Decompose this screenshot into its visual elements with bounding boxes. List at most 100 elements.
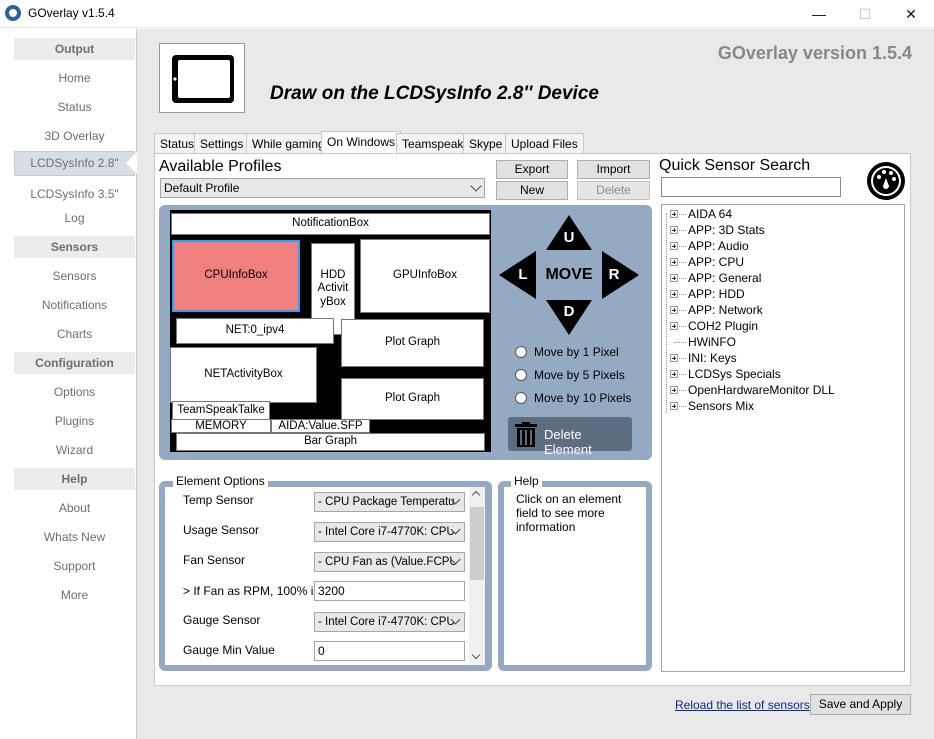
version-label: GOverlay version 1.5.4 [717,43,912,63]
sidebar-item-3d-overlay[interactable]: 3D Overlay [14,125,135,147]
sidebar-item-sensors[interactable]: Sensors [14,265,135,287]
expand-icon[interactable] [670,274,678,282]
element-plot-graph-2[interactable]: Plot Graph [341,378,484,420]
sidebar-item-home[interactable]: Home [14,67,135,89]
expand-icon[interactable] [670,306,678,314]
expand-icon[interactable] [670,210,678,218]
expand-icon[interactable] [670,322,678,330]
scrollbar-thumb[interactable] [470,507,484,580]
temp-sensor-select[interactable]: - CPU Package Temperatu [314,492,465,512]
sidebar-item-more[interactable]: More [14,584,135,606]
sidebar-item-log[interactable]: Log [14,207,135,229]
tab-skype[interactable]: Skype [463,133,509,154]
element-memory[interactable]: MEMORY [171,419,271,433]
move-10-pixels-option[interactable]: Move by 10 Pixels [515,391,645,407]
expand-icon[interactable] [670,370,678,378]
import-button[interactable]: Import [577,160,650,179]
tab-settings[interactable]: Settings [194,133,250,154]
tab-while-gaming[interactable]: While gaming [246,133,331,154]
usage-sensor-select[interactable]: - Intel Core i7-4770K: CPU [314,522,465,542]
element-netactivitybox[interactable]: NETActivityBox [170,347,317,403]
element-gpuinfobox[interactable]: GPUInfoBox [360,239,490,313]
radio-icon [515,369,527,381]
sensor-tree[interactable]: AIDA 64 APP: 3D Stats APP: Audio APP: CP… [661,204,905,672]
sidebar-item-plugins[interactable]: Plugins [14,410,135,432]
sidebar-header-sensors: Sensors [14,236,135,258]
element-plot-graph-1[interactable]: Plot Graph [341,319,484,367]
sidebar-header-output: Output [14,38,135,60]
quick-search-input[interactable] [661,177,841,197]
active-pointer-icon [126,152,137,174]
radio-icon [515,346,527,358]
chevron-down-icon[interactable] [471,650,481,660]
element-net-ipv4[interactable]: NET:0_ipv4 [176,318,334,344]
sidebar-item-lcdsysinfo-35[interactable]: LCDSysInfo 3.5" [14,183,135,205]
expand-icon[interactable] [670,242,678,250]
usage-sensor-label: Usage Sensor [183,523,260,537]
gauge-icon[interactable] [866,161,906,201]
tab-strip: Status Settings While gaming On Windows … [154,131,584,154]
gauge-sensor-select[interactable]: - Intel Core i7-4770K: CPU [314,612,465,632]
expand-icon[interactable] [670,258,678,266]
close-button[interactable]: ✕ [888,0,934,28]
chevron-up-icon[interactable] [471,490,481,500]
sidebar-item-whats-new[interactable]: Whats New [14,526,135,548]
element-cpuinfobox[interactable]: CPUInfoBox [172,240,300,312]
help-title: Help [511,474,542,488]
tab-upload-files[interactable]: Upload Files [505,133,584,154]
gauge-min-label: Gauge Min Value [183,643,275,657]
delete-element-button[interactable]: Delete Element [508,417,632,457]
sidebar-item-status[interactable]: Status [14,96,135,118]
move-left-button[interactable]: L [513,266,533,283]
window-title: GOverlay v1.5.4 [28,6,115,20]
profiles-heading: Available Profiles [159,158,282,175]
delete-element-label: Delete Element [544,427,592,457]
maximize-button[interactable]: ☐ [842,0,888,28]
move-up-button[interactable]: U [559,229,579,246]
sidebar-item-wizard[interactable]: Wizard [14,439,135,461]
app-icon [5,5,21,21]
export-button[interactable]: Export [496,160,568,179]
tablet-icon [172,55,234,103]
delete-profile-button[interactable]: Delete [577,181,650,200]
options-scrollbar[interactable] [469,487,485,665]
new-button[interactable]: New [496,181,568,200]
element-notificationbox[interactable]: NotificationBox [171,213,490,235]
fan-sensor-select[interactable]: - CPU Fan as (Value.FCPU [314,552,465,572]
fan-rpm-input[interactable]: 3200 [314,581,465,601]
move-1-pixel-option[interactable]: Move by 1 Pixel [515,345,645,361]
expand-icon[interactable] [670,354,678,362]
element-options-title: Element Options [173,474,268,488]
chevron-down-icon [470,180,482,192]
expand-icon[interactable] [670,386,678,394]
expand-icon[interactable] [670,226,678,234]
move-5-pixels-option[interactable]: Move by 5 Pixels [515,368,645,384]
sidebar-item-about[interactable]: About [14,497,135,519]
tab-on-windows[interactable]: On Windows [321,131,402,154]
sidebar-item-options[interactable]: Options [14,381,135,403]
help-text: Click on an element field to see more in… [516,492,622,534]
sidebar-item-notifications[interactable]: Notifications [14,294,135,316]
sidebar-header-configuration: Configuration [14,352,135,374]
element-teamspeak[interactable]: TeamSpeakTalke [172,401,270,420]
reload-sensors-link[interactable]: Reload the list of sensors [675,698,810,712]
sidebar-item-lcdsysinfo-28[interactable]: LCDSysInfo 2.8" [14,151,135,176]
expand-icon[interactable] [670,290,678,298]
sidebar-item-charts[interactable]: Charts [14,323,135,345]
profile-select[interactable]: Default Profile [160,178,485,198]
quick-search-heading: Quick Sensor Search [659,157,811,174]
save-and-apply-button[interactable]: Save and Apply [810,694,911,715]
element-aida-value[interactable]: AIDA:Value.SFP [271,419,370,433]
tab-teamspeak[interactable]: Teamspeak [396,133,470,154]
profile-select-value: Default Profile [164,181,240,195]
move-label: MOVE [545,266,593,283]
device-heading: Draw on the LCDSysInfo 2.8'' Device [270,83,599,104]
move-down-button[interactable]: D [559,303,579,320]
expand-icon[interactable] [670,402,678,410]
element-bar-graph[interactable]: Bar Graph [176,433,485,451]
move-right-button[interactable]: R [604,266,624,283]
minimize-button[interactable]: — [796,0,842,28]
sidebar-item-support[interactable]: Support [14,555,135,577]
element-options-panel [165,487,470,665]
gauge-min-input[interactable]: 0 [314,641,465,661]
